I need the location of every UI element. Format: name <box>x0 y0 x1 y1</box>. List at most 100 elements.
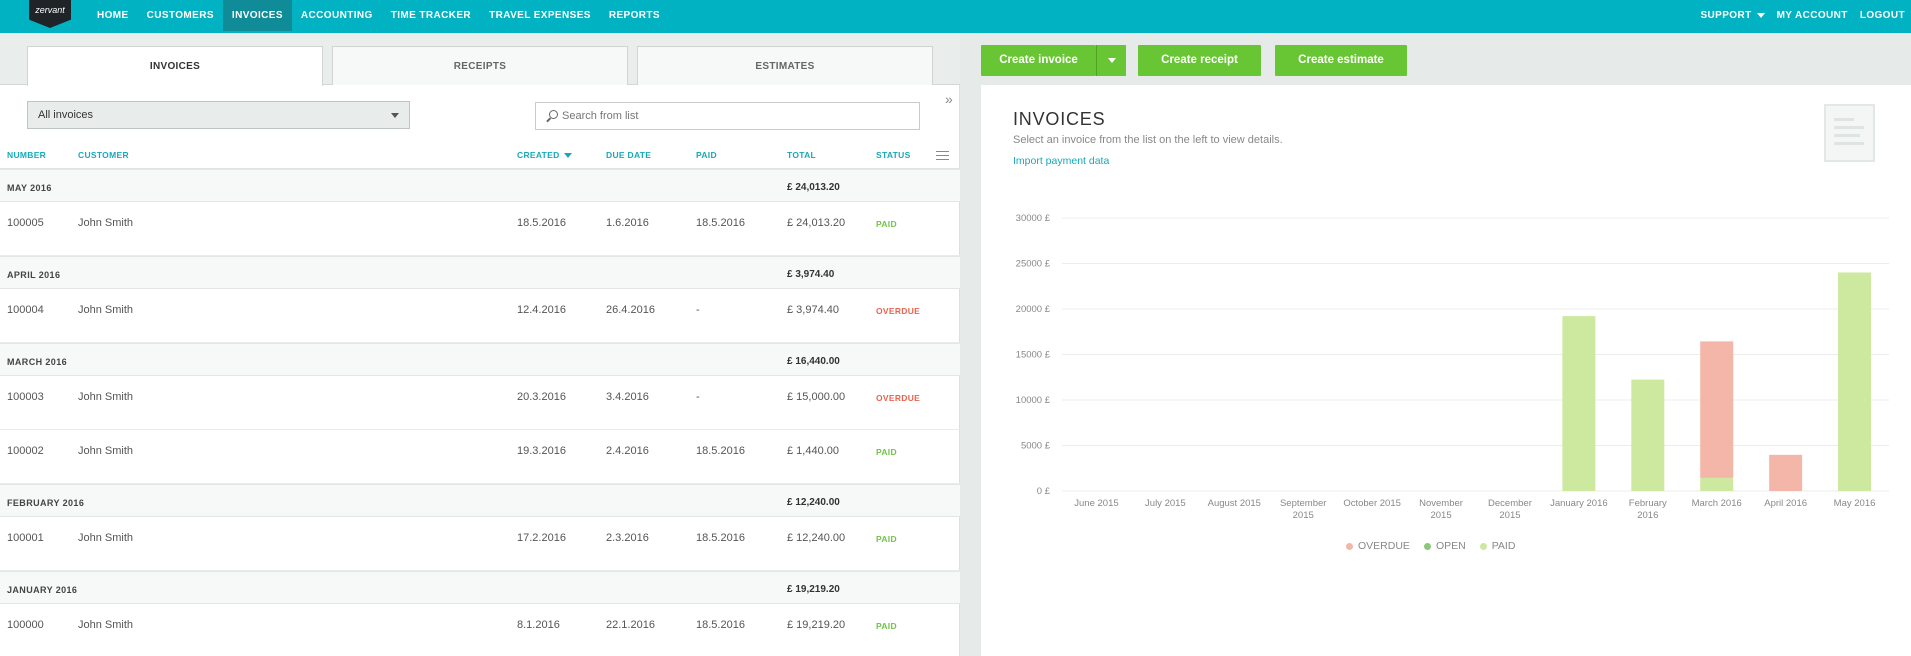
user-menu: SUPPORT MY ACCOUNT LOGOUT <box>1694 0 1911 33</box>
tab-estimates[interactable]: ESTIMATES <box>637 46 933 85</box>
tab-invoices[interactable]: INVOICES <box>27 46 323 86</box>
created-date: 12.4.2016 <box>517 304 566 316</box>
create-estimate-button[interactable]: Create estimate <box>1275 45 1407 76</box>
table-header: NUMBER CUSTOMER CREATED DUE DATE PAID TO… <box>0 141 960 169</box>
bar-overdue[interactable] <box>1769 454 1803 491</box>
month-label: APRIL 2016 <box>7 270 61 280</box>
legend-paid-swatch <box>1479 542 1487 550</box>
legend-paid: PAID <box>1479 540 1516 552</box>
bar-paid[interactable] <box>1562 316 1596 491</box>
filter-selected-value: All invoices <box>38 109 94 121</box>
due-date: 1.6.2016 <box>606 217 649 229</box>
paid-date: 18.5.2016 <box>696 532 745 544</box>
create-invoice-button[interactable]: Create invoice <box>981 45 1096 76</box>
invoice-number: 100004 <box>7 304 44 316</box>
paid-date: - <box>696 391 700 403</box>
bar-overdue[interactable] <box>1700 341 1734 478</box>
nav-customers[interactable]: CUSTOMERS <box>138 0 223 31</box>
column-customer[interactable]: CUSTOMER <box>78 150 129 160</box>
created-date: 8.1.2016 <box>517 619 560 631</box>
tab-receipts[interactable]: RECEIPTS <box>332 46 628 85</box>
invoice-filter-select[interactable]: All invoices <box>27 101 410 129</box>
nav-travel-expenses[interactable]: TRAVEL EXPENSES <box>480 0 600 31</box>
month-group-header: APRIL 2016 £ 3,974.40 <box>0 256 960 289</box>
column-total[interactable]: TOTAL <box>787 150 816 160</box>
nav-support[interactable]: SUPPORT <box>1694 0 1770 31</box>
legend-open-swatch <box>1423 542 1431 550</box>
invoice-total: £ 24,013.20 <box>787 217 846 229</box>
due-date: 22.1.2016 <box>606 619 655 631</box>
legend-open-label: OPEN <box>1435 540 1466 552</box>
invoice-row[interactable]: 100005 John Smith 18.5.2016 1.6.2016 18.5.20… <box>0 202 960 256</box>
create-invoice-options-button[interactable] <box>1096 45 1126 76</box>
top-nav: zervant HOME CUSTOMERS INVOICES ACCOUNTI… <box>0 0 1911 33</box>
collapse-panel-icon[interactable]: » <box>945 91 953 107</box>
legend-open: OPEN <box>1423 540 1466 552</box>
nav-my-account[interactable]: MY ACCOUNT <box>1771 0 1854 31</box>
panel-subtitle: Select an invoice from the list on the l… <box>1013 134 1283 146</box>
month-label: MARCH 2016 <box>7 357 68 367</box>
chevron-down-icon <box>1108 58 1116 63</box>
sort-desc-icon <box>563 153 572 159</box>
x-tick-label: January 2016 <box>1550 498 1608 509</box>
bar-paid[interactable] <box>1838 272 1872 491</box>
legend-paid-label: PAID <box>1491 540 1516 552</box>
column-due-date[interactable]: DUE DATE <box>606 150 651 160</box>
column-number[interactable]: NUMBER <box>7 150 46 160</box>
zervant-logo[interactable]: zervant <box>29 0 71 28</box>
month-label: JANUARY 2016 <box>7 585 78 595</box>
nav-accounting[interactable]: ACCOUNTING <box>292 0 382 31</box>
customer-name: John Smith <box>78 391 134 403</box>
invoice-total: £ 15,000.00 <box>787 391 846 403</box>
x-tick-label: December 2015 <box>1488 498 1532 521</box>
nav-logout[interactable]: LOGOUT <box>1854 0 1911 31</box>
support-label: SUPPORT <box>1700 10 1752 21</box>
x-tick-label: February 2016 <box>1629 498 1667 521</box>
month-total: £ 19,219.20 <box>787 584 840 595</box>
month-group-header: MAY 2016 £ 24,013.20 <box>0 169 960 202</box>
invoice-rows: MAY 2016 £ 24,013.20 100005 John Smith 18.5.… <box>0 169 960 656</box>
status-badge: OVERDUE <box>876 393 921 403</box>
x-tick-label: May 2016 <box>1834 498 1876 509</box>
column-menu-icon[interactable] <box>936 151 949 160</box>
invoice-number: 100000 <box>7 619 44 631</box>
invoice-list-panel: INVOICES RECEIPTS ESTIMATES » All invoic… <box>0 33 960 656</box>
nav-time-tracker[interactable]: TIME TRACKER <box>382 0 480 31</box>
import-payment-link[interactable]: Import payment data <box>1013 155 1109 167</box>
y-tick-label: 0 £ <box>1037 486 1051 497</box>
month-label: MAY 2016 <box>7 183 52 193</box>
invoice-row[interactable]: 100000 John Smith 8.1.2016 22.1.2016 18.5.20… <box>0 604 960 656</box>
invoice-total: £ 19,219.20 <box>787 619 846 631</box>
panel-title: INVOICES <box>1013 109 1106 129</box>
x-tick-label: November 2015 <box>1419 498 1463 521</box>
bar-paid[interactable] <box>1631 379 1665 491</box>
invoice-row[interactable]: 100004 John Smith 12.4.2016 26.4.2016 - £ 3,9… <box>0 289 960 343</box>
created-date: 20.3.2016 <box>517 391 566 403</box>
invoices-bar-chart: 0 £ 5000 £ 10000 £ 15000 £ 20000 £ 25000 £ 300… <box>1016 213 1889 521</box>
customer-name: John Smith <box>78 619 134 631</box>
y-tick-label: 25000 £ <box>1016 259 1051 270</box>
invoice-number: 100001 <box>7 532 44 544</box>
create-receipt-button[interactable]: Create receipt <box>1138 45 1261 76</box>
invoice-row[interactable]: 100002 John Smith 19.3.2016 2.4.2016 18.5.20… <box>0 430 960 484</box>
search-input[interactable] <box>562 103 892 129</box>
created-date: 17.2.2016 <box>517 532 566 544</box>
search-icon <box>549 110 558 119</box>
invoice-total: £ 1,440.00 <box>787 445 839 457</box>
invoice-row[interactable]: 100003 John Smith 20.3.2016 3.4.2016 - £ 15,0… <box>0 376 960 430</box>
x-tick-label: June 2015 <box>1074 498 1118 509</box>
month-group-header: JANUARY 2016 £ 19,219.20 <box>0 571 960 604</box>
invoice-total: £ 12,240.00 <box>787 532 846 544</box>
column-paid[interactable]: PAID <box>696 150 717 160</box>
x-tick-label: October 2015 <box>1343 498 1401 509</box>
invoice-row[interactable]: 100001 John Smith 17.2.2016 2.3.2016 18.5.20… <box>0 517 960 571</box>
x-tick-label: July 2015 <box>1145 498 1186 509</box>
column-status[interactable]: STATUS <box>876 150 911 160</box>
nav-reports[interactable]: REPORTS <box>600 0 669 31</box>
nav-invoices[interactable]: INVOICES <box>222 0 292 31</box>
month-group-header: MARCH 2016 £ 16,440.00 <box>0 343 960 376</box>
due-date: 3.4.2016 <box>606 391 649 403</box>
nav-home[interactable]: HOME <box>88 0 138 31</box>
bar-paid[interactable] <box>1700 477 1734 491</box>
column-created[interactable]: CREATED <box>517 150 572 160</box>
